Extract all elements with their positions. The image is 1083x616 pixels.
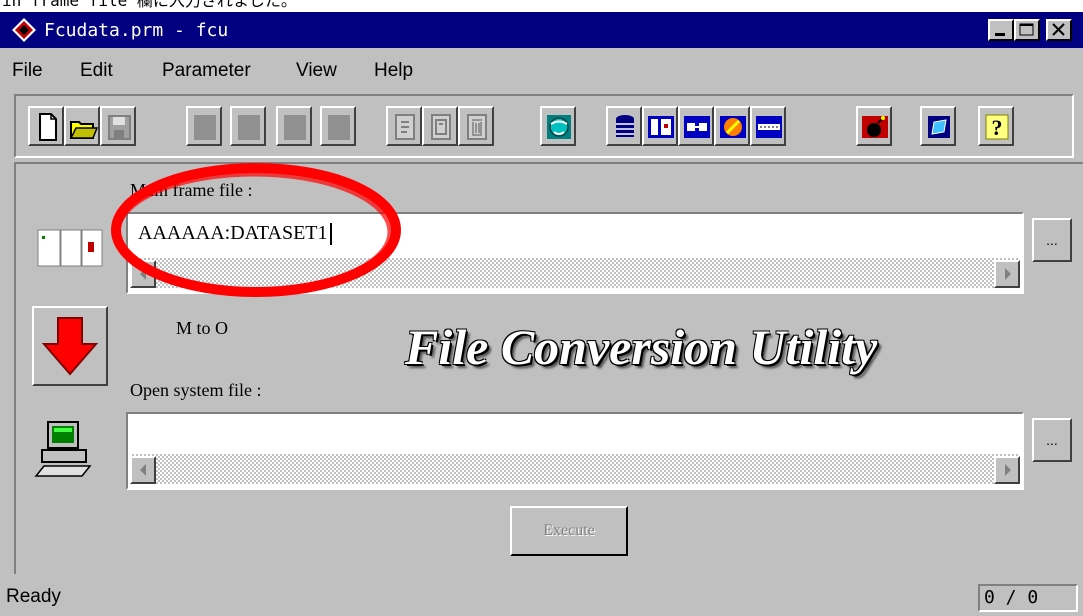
arrow-right-icon (1005, 464, 1011, 476)
toolbar-blank-button-4[interactable] (320, 106, 356, 146)
close-button[interactable] (1046, 19, 1072, 41)
help-button[interactable]: ? (978, 106, 1014, 146)
menu-edit[interactable]: Edit (80, 60, 113, 82)
database-button[interactable] (606, 106, 642, 146)
menu-file[interactable]: File (12, 60, 43, 82)
minimize-button[interactable] (988, 19, 1014, 41)
edit-note-icon (928, 116, 950, 138)
close-icon (1052, 23, 1065, 36)
opensystem-field[interactable] (126, 412, 1024, 490)
database-icon (616, 115, 634, 137)
blank-tool-icon (328, 115, 350, 140)
app-icon (10, 17, 38, 43)
globe-button[interactable] (540, 106, 576, 146)
edit-note-button[interactable] (920, 106, 956, 146)
scroll-right-button[interactable] (994, 456, 1020, 484)
separator-button[interactable] (750, 106, 786, 146)
maximize-button[interactable] (1014, 19, 1040, 41)
convert-direction-button[interactable] (32, 306, 108, 386)
opensystem-browse-button[interactable]: ... (1032, 418, 1072, 462)
menu-view[interactable]: View (296, 60, 337, 82)
title-bar: Fcudata.prm - fcu (0, 12, 1083, 48)
status-text: Ready (6, 586, 61, 607)
delete-icon (467, 114, 487, 140)
caption-text: in frame file 欄に入力されました。 (2, 0, 297, 10)
window-title: Fcudata.prm - fcu (44, 20, 229, 41)
toolbar-blank-button-1[interactable] (186, 106, 222, 146)
arrow-left-icon (140, 268, 146, 280)
caption-strip: in frame file 欄に入力されました。 (0, 0, 1083, 12)
menu-bar: File Edit Parameter View Help (0, 52, 1083, 88)
svg-text:?: ? (992, 115, 1003, 140)
connect-icon (684, 116, 710, 138)
opensystem-label: Open system file : (130, 380, 262, 400)
delete-button[interactable] (458, 106, 494, 146)
menu-parameter[interactable]: Parameter (162, 60, 251, 82)
arrow-left-icon (140, 464, 146, 476)
save-button[interactable] (100, 106, 136, 146)
bomb-button[interactable] (856, 106, 892, 146)
copy-button[interactable] (386, 106, 422, 146)
mainframe-label: Main frame file : (130, 180, 253, 200)
scroll-right-button[interactable] (994, 260, 1020, 288)
opensystem-hscrollbar[interactable] (130, 454, 1020, 484)
mainframe-browse-button[interactable]: ... (1032, 218, 1072, 262)
open-file-button[interactable] (64, 106, 100, 146)
color-button[interactable] (714, 106, 750, 146)
toolbar-blank-button-2[interactable] (230, 106, 266, 146)
save-icon (108, 115, 131, 140)
status-count: 0 / 0 (978, 584, 1078, 612)
computer-icon (34, 420, 98, 484)
layout-button[interactable] (642, 106, 678, 146)
mainframe-field[interactable]: AAAAAA:DATASET1 (126, 212, 1024, 294)
help-icon: ? (985, 114, 1009, 140)
open-folder-icon (69, 121, 98, 139)
color-icon (720, 116, 746, 138)
layout-icon (648, 116, 674, 138)
blank-tool-icon (194, 115, 216, 140)
app-banner: File Conversion Utility (405, 319, 878, 375)
edit-button[interactable] (422, 106, 458, 146)
connect-button[interactable] (678, 106, 714, 146)
mainframe-hscrollbar[interactable] (130, 258, 1020, 288)
edit-icon (431, 114, 451, 140)
mainframe-icon (36, 228, 106, 268)
toolbar-blank-button-3[interactable] (276, 106, 312, 146)
bomb-icon (862, 116, 888, 138)
new-file-button[interactable] (28, 106, 64, 146)
scroll-left-button[interactable] (130, 456, 156, 484)
direction-label: M to O (176, 318, 229, 338)
blank-tool-icon (238, 115, 260, 140)
separator-icon (756, 116, 782, 138)
new-file-icon (39, 113, 57, 141)
copy-icon (395, 114, 415, 140)
mainframe-value: AAAAAA:DATASET1 (138, 222, 332, 246)
execute-button[interactable]: Execute (510, 506, 628, 556)
arrow-down-icon (41, 317, 99, 376)
text-cursor (329, 223, 332, 246)
arrow-right-icon (1005, 268, 1011, 280)
status-bar: Ready 0 / 0 (0, 580, 1083, 616)
scroll-left-button[interactable] (130, 260, 156, 288)
menu-help[interactable]: Help (374, 60, 413, 82)
blank-tool-icon (284, 115, 306, 140)
maximize-icon (1019, 23, 1034, 36)
minimize-icon (995, 33, 1005, 36)
globe-icon (547, 115, 571, 139)
